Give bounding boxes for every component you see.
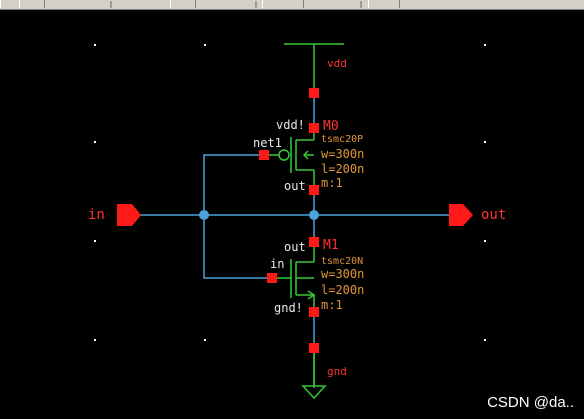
toolbar-button[interactable]	[262, 0, 304, 8]
output-pin-label[interactable]: out	[481, 208, 506, 222]
nmos-gate-label: in	[270, 257, 285, 271]
toolbar-button[interactable]	[19, 0, 45, 8]
pmos-drain-label: out	[284, 179, 306, 193]
pmos-bulk-label: vdd!	[276, 118, 305, 132]
input-pin-label[interactable]: in	[88, 208, 105, 222]
nmos-instance-name[interactable]: M1	[323, 239, 339, 252]
gnd-net-label: gnd	[327, 365, 347, 378]
pmos-instance-name[interactable]: M0	[323, 120, 339, 133]
vdd-net-label: vdd	[327, 57, 347, 70]
watermark: CSDN @da..	[487, 394, 574, 411]
nmos-length: l=200n	[321, 283, 365, 297]
pmos-gate-label: net1	[253, 136, 282, 150]
nmos-width: w=300n	[321, 267, 365, 281]
pmos-multiplier: m:1	[321, 176, 343, 190]
nmos-source-label: gnd!	[274, 301, 303, 315]
toolbar-button[interactable]	[170, 0, 196, 8]
toolbar-separator	[110, 1, 112, 8]
toolbar-button[interactable]	[368, 0, 400, 8]
toolbar-separator	[360, 1, 362, 8]
gnd-symbol	[301, 348, 327, 400]
schematic-canvas[interactable]: vdd gnd in out vdd! net1 out M0 tsmc20P …	[0, 9, 584, 419]
pmos-width: w=300n	[321, 147, 365, 161]
nmos-model: tsmc20N	[321, 256, 364, 267]
toolbar-button[interactable]	[0, 0, 20, 8]
pmos-length: l=200n	[321, 162, 365, 176]
nmos-multiplier: m:1	[321, 298, 343, 312]
pmos-model: tsmc20P	[321, 134, 364, 145]
input-pin-shape	[117, 204, 141, 226]
output-pin-shape	[449, 204, 473, 226]
toolbar-separator	[255, 1, 257, 8]
nmos-drain-label: out	[284, 240, 306, 254]
